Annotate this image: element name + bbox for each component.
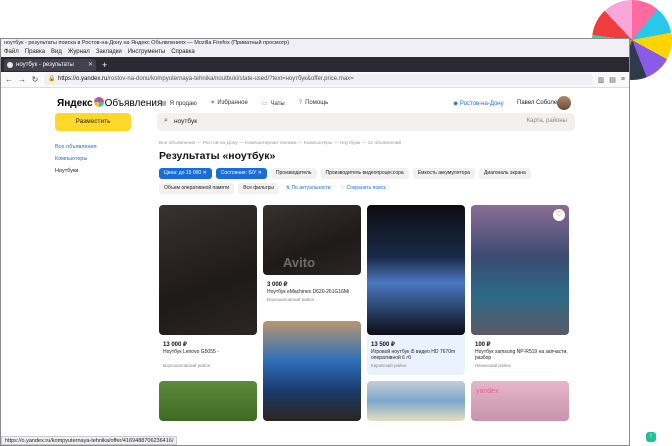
listing-location: Кировский район (371, 363, 407, 368)
all-filters-button[interactable]: Все фильтры (238, 183, 279, 194)
filter-ram[interactable]: Объем оперативной памяти (159, 183, 235, 194)
listing-photo[interactable] (263, 321, 361, 421)
sidebar-item-all[interactable]: Все объявления (55, 144, 97, 150)
listing-location: Ворошиловский район (267, 297, 315, 302)
listing-photo[interactable]: Avito (263, 205, 361, 275)
listing-photo[interactable] (367, 205, 465, 335)
window-title: ноутбук - результаты поиска в Ростов-на-… (1, 39, 629, 48)
search-input[interactable]: ноутбук (174, 118, 197, 125)
save-search-label: Сохранить поиск (346, 185, 386, 191)
listing-title[interactable]: Ноутбук Lenovo G5055 - (163, 349, 257, 355)
favorite-heart-icon[interactable]: ♡ (553, 209, 565, 221)
post-ad-button[interactable]: Разместить (55, 113, 131, 131)
overlay-watermark: yandex (476, 388, 499, 395)
listing-location: Ленинский район (475, 363, 511, 368)
listing-photo[interactable] (367, 381, 465, 421)
listing-price: 13 500 ₽ (371, 342, 395, 348)
listing-photo[interactable] (471, 205, 569, 335)
filter-bar: Цена: до 15 000 ✕ Состояние: Б/У ✕ Произ… (159, 168, 569, 194)
filter-gpu[interactable]: Производитель видеопроцессора (320, 168, 409, 179)
listing-price: 3 000 ₽ (267, 282, 288, 288)
listing-title[interactable]: Ноутбук eMachines D620-261G16Mi (267, 289, 361, 295)
sort-label: По актуальности (291, 185, 331, 191)
filter-state[interactable]: Состояние: Б/У ✕ (215, 168, 267, 179)
listing-title[interactable]: Игровой ноутбук i5 видео HD 7670m операт… (371, 349, 465, 361)
listing-photo[interactable] (471, 381, 569, 421)
location-filter[interactable]: Карта, районы (527, 118, 567, 124)
scroll-up-icon[interactable]: ↑ (646, 432, 656, 442)
page-title: Результаты «ноутбук» (159, 150, 276, 162)
filter-maker[interactable]: Производитель (270, 168, 317, 179)
status-bar: https://o.yandex.ru/kompyuternaya-tehnik… (1, 436, 178, 445)
listing-price: 100 ₽ (475, 342, 491, 348)
listing-title[interactable]: Ноутбук samsung NP-R519 на запчасти, раз… (475, 349, 569, 361)
sidebar-item-computers[interactable]: Компьютеры (55, 156, 97, 162)
listing-photo[interactable] (159, 381, 257, 421)
save-search-button[interactable]: ♡ Сохранить поиск (338, 183, 389, 194)
search-icon: ⌕ (164, 117, 168, 124)
search-box[interactable]: ⌕ ноутбук Карта, районы (157, 113, 575, 131)
listing-location: Ворошиловский район (163, 363, 211, 368)
page-layer: Разместить ⌕ ноутбук Карта, районы Все о… (1, 49, 629, 433)
listing-price: 13 000 ₽ (163, 342, 187, 348)
category-sidebar: Все объявления Компьютеры Ноутбуки (55, 144, 97, 180)
listing-photo[interactable] (159, 205, 257, 335)
filter-screen[interactable]: Диагональ экрана (479, 168, 531, 179)
filter-price[interactable]: Цена: до 15 000 ✕ (159, 168, 212, 179)
photo-watermark: Avito (283, 255, 316, 270)
breadcrumb[interactable]: Все объявления — Ростов-на-Дону — Компью… (159, 141, 401, 146)
sidebar-item-notebooks: Ноутбуки (55, 168, 79, 174)
sort-button[interactable]: ⇅ По актуальности (283, 183, 334, 194)
filter-battery[interactable]: Емкость аккумулятора (412, 168, 476, 179)
